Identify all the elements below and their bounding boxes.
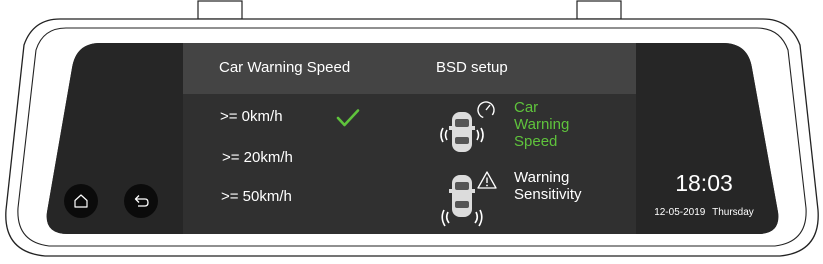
right-mount-tab xyxy=(576,0,622,20)
speedometer-icon xyxy=(477,101,495,119)
bsd-warning-sensitivity-item[interactable]: Warning Sensitivity xyxy=(436,168,606,230)
speed-option-50kmh[interactable]: >= 50km/h xyxy=(221,188,292,205)
back-button[interactable] xyxy=(124,184,158,218)
clock-weekday: Thursday xyxy=(712,207,754,218)
left-mount-tab xyxy=(197,0,243,20)
bsd-car-warning-speed-item[interactable]: Car Warning Speed xyxy=(436,98,606,160)
label-line: Warning xyxy=(514,169,570,186)
home-button[interactable] xyxy=(64,184,98,218)
clock-date: 12-05-2019 xyxy=(654,207,706,218)
warning-triangle-icon xyxy=(477,171,497,189)
warning-sensitivity-label: Warning Sensitivity xyxy=(514,169,582,203)
label-line: Car xyxy=(514,99,539,116)
clock-date-row: 12-05-2019 Thursday xyxy=(636,207,772,218)
car-warning-speed-header: Car Warning Speed xyxy=(219,59,351,76)
car-warning-speed-label: Car Warning Speed xyxy=(514,99,569,150)
clock-time: 18:03 xyxy=(675,170,733,196)
label-line: Sensitivity xyxy=(514,186,582,203)
label-line: Warning xyxy=(514,116,570,133)
bsd-setup-header[interactable]: BSD setup xyxy=(436,59,508,76)
speed-option-0kmh[interactable]: >= 0km/h xyxy=(220,108,283,125)
speed-option-20kmh[interactable]: >= 20km/h xyxy=(222,149,293,166)
selected-checkmark-icon xyxy=(336,109,360,127)
back-arrow-icon xyxy=(134,195,149,207)
mirror-frame xyxy=(5,0,819,257)
label-line: Speed xyxy=(514,133,558,150)
home-icon xyxy=(74,194,88,208)
